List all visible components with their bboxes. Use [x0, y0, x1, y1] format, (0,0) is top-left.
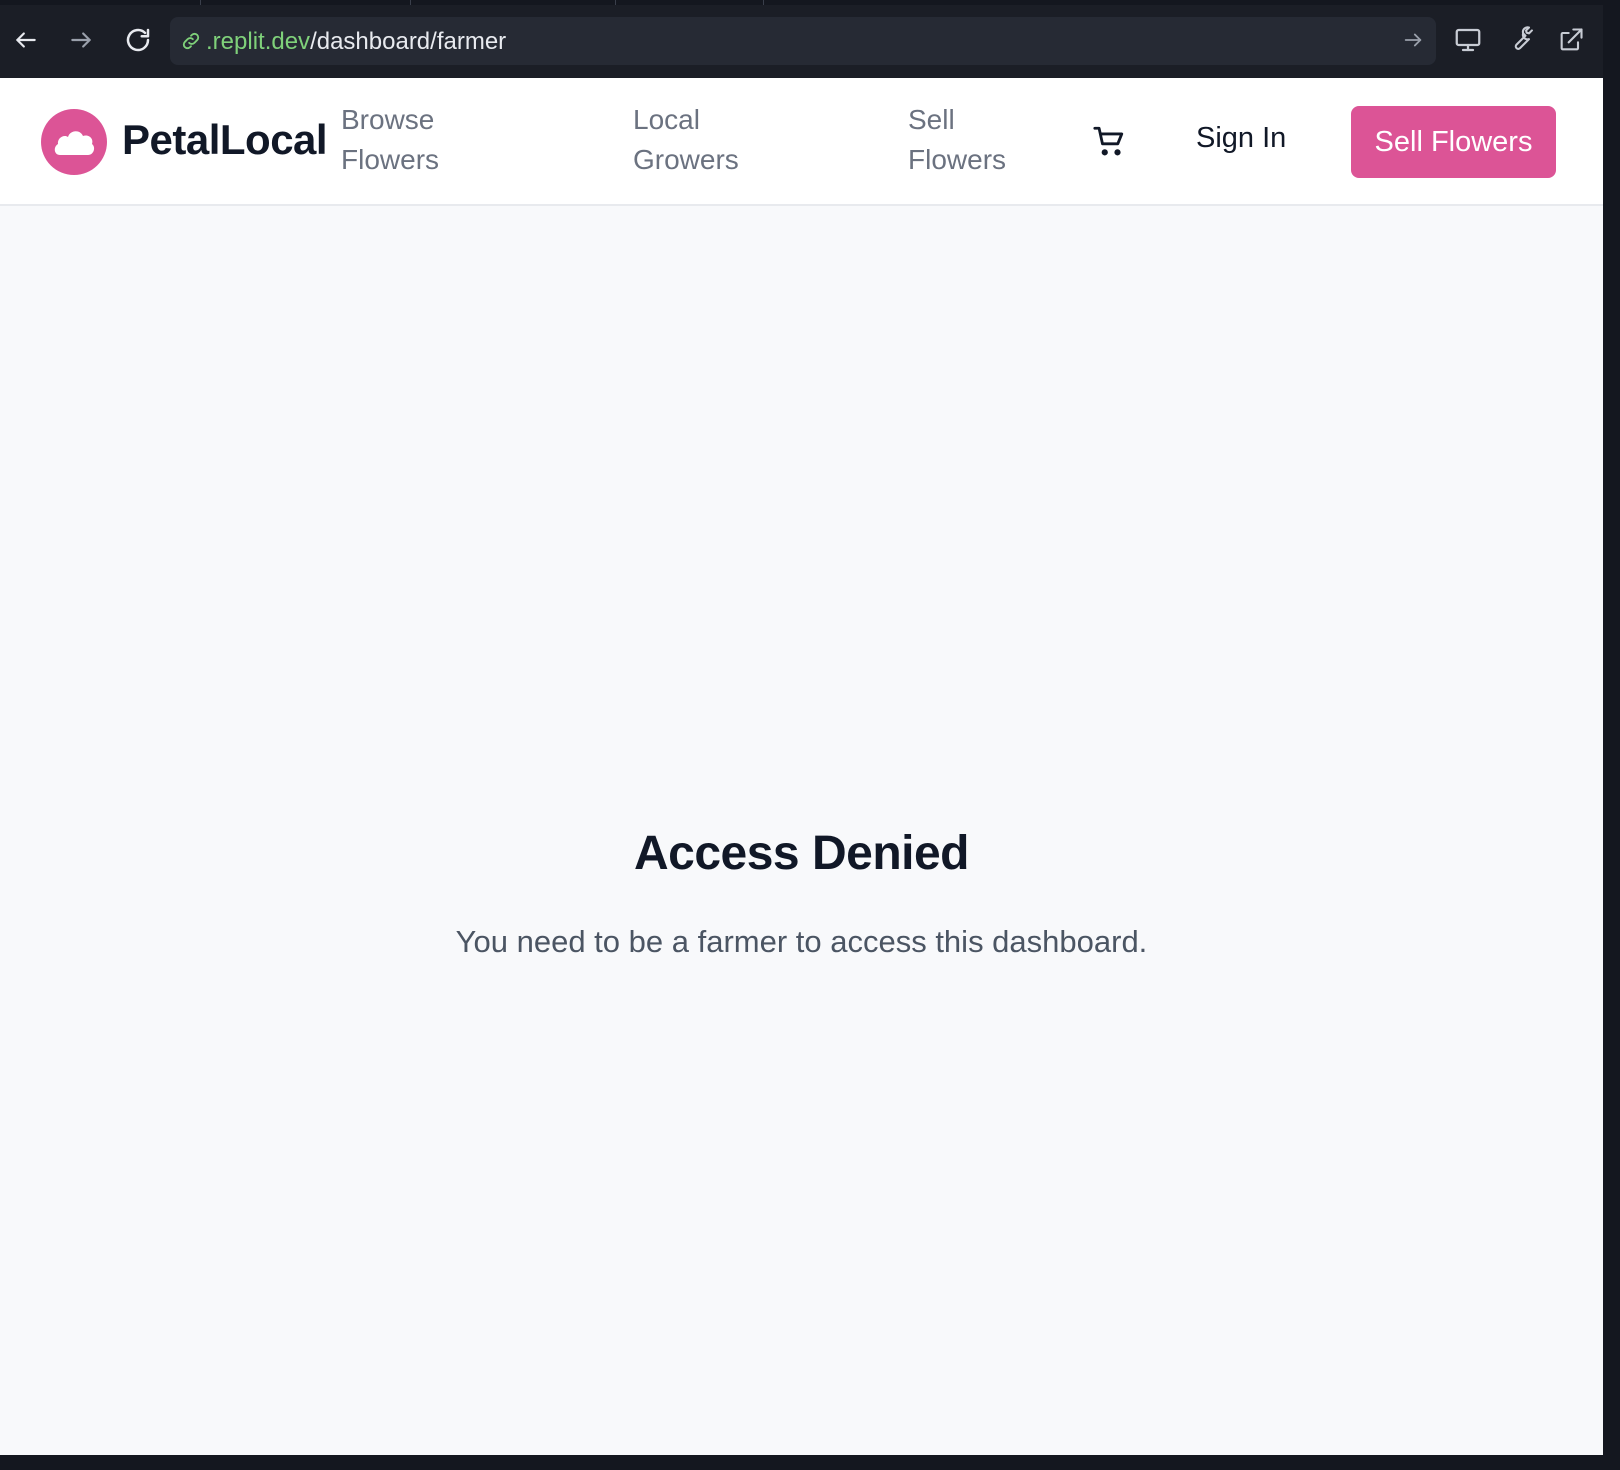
forward-button[interactable]: [63, 22, 99, 58]
tools-button[interactable]: [1502, 22, 1538, 58]
nav-label-line2: Flowers: [341, 144, 440, 175]
devtools-monitor-button[interactable]: [1450, 22, 1486, 58]
nav-label-line2: Flowers: [908, 144, 1007, 175]
flower-cloud-icon: [54, 131, 95, 155]
browser-window: .replit.dev/dashboard/farmer PetalLocal …: [0, 0, 1603, 1455]
nav-label-line1: Sell: [908, 104, 955, 135]
page-title: Access Denied: [633, 827, 970, 880]
url-host: .replit.dev: [206, 28, 311, 55]
url-path: /dashboard/farmer: [310, 28, 507, 55]
back-icon: [16, 32, 36, 48]
cart-icon: [1093, 126, 1124, 156]
browser-toolbar: .replit.dev/dashboard/farmer: [0, 0, 1603, 78]
wrench-icon: [1514, 26, 1533, 50]
sign-in-link[interactable]: Sign In: [1196, 122, 1286, 155]
reload-button[interactable]: [120, 22, 156, 58]
link-icon: [182, 32, 200, 50]
site-header: PetalLocal Browse Flowers Local Growers …: [0, 78, 1603, 206]
cart-button[interactable]: [1092, 124, 1128, 160]
tab-strip: [0, 0, 1603, 5]
nav-label-line2: Growers: [633, 144, 739, 175]
url-text: .replit.dev/dashboard/farmer: [206, 28, 506, 56]
nav-local-growers[interactable]: Local Growers: [633, 100, 739, 180]
external-link-icon: [1560, 28, 1583, 51]
forward-icon: [71, 32, 91, 48]
open-external-button[interactable]: [1553, 22, 1589, 58]
nav-label-line1: Browse: [341, 104, 435, 135]
brand-name[interactable]: PetalLocal: [122, 116, 328, 164]
nav-label-line1: Local: [633, 104, 700, 135]
reload-icon: [126, 28, 150, 52]
address-bar[interactable]: .replit.dev/dashboard/farmer: [170, 17, 1436, 65]
access-message: You need to be a farmer to access this d…: [455, 924, 1148, 959]
back-button[interactable]: [8, 22, 44, 58]
nav-sell-flowers[interactable]: Sell Flowers: [908, 100, 1006, 180]
logo[interactable]: [41, 109, 107, 175]
go-arrow-icon[interactable]: [1402, 29, 1424, 51]
main-content: Access Denied You need to be a farmer to…: [0, 206, 1603, 1455]
monitor-icon: [1455, 28, 1481, 52]
nav-browse-flowers[interactable]: Browse Flowers: [341, 100, 439, 180]
sell-flowers-button[interactable]: Sell Flowers: [1351, 106, 1556, 178]
